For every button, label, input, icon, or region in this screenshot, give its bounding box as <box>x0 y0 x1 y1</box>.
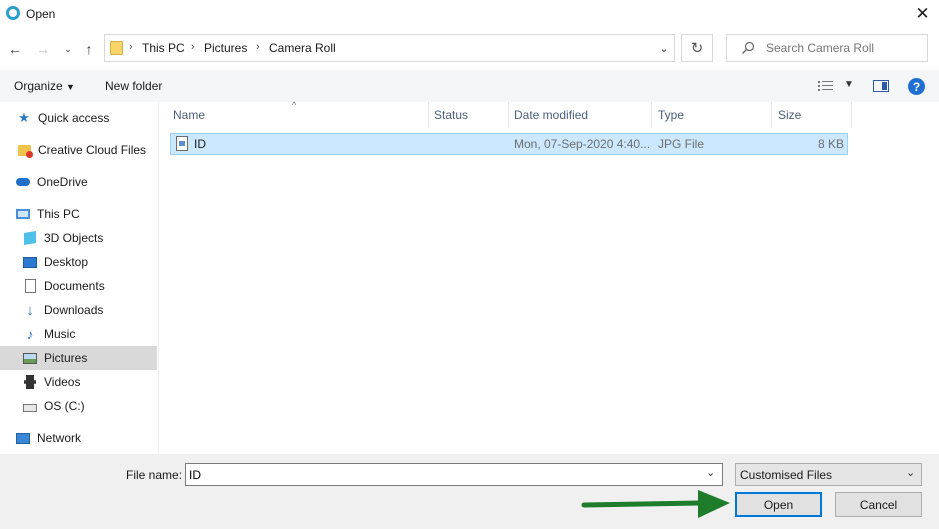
nav-item-documents[interactable]: Documents <box>0 274 157 298</box>
up-button[interactable]: ↑ <box>79 38 99 60</box>
window-title: Open <box>26 7 56 21</box>
forward-arrow-icon: → <box>36 41 50 57</box>
nav-item-onedrive[interactable]: OneDrive <box>0 170 157 194</box>
breadcrumb-pictures[interactable]: Pictures <box>204 41 247 55</box>
breadcrumb-separator: › <box>191 41 195 53</box>
jpg-file-icon <box>176 136 188 151</box>
address-bar[interactable] <box>104 34 675 62</box>
dropdown-arrow-icon: ▼ <box>66 82 75 92</box>
drive-icon <box>23 399 37 413</box>
breadcrumb-separator: › <box>129 41 133 53</box>
breadcrumb-camera-roll[interactable]: Camera Roll <box>269 41 336 55</box>
document-icon <box>23 279 37 293</box>
file-type-value: Customised Files <box>740 468 833 482</box>
folder-icon <box>110 41 123 55</box>
column-header-date-modified[interactable]: Date modified <box>514 108 588 122</box>
nav-item-network[interactable]: Network <box>0 426 157 450</box>
pane-divider[interactable] <box>158 102 159 454</box>
nav-item-quick-access[interactable]: ★ Quick access <box>0 106 157 130</box>
column-separator[interactable] <box>651 102 652 128</box>
column-header-size[interactable]: Size <box>778 108 801 122</box>
nav-item-3d-objects[interactable]: 3D Objects <box>0 226 157 250</box>
pictures-icon <box>23 351 37 365</box>
column-header-type[interactable]: Type <box>658 108 684 122</box>
file-date-modified: Mon, 07-Sep-2020 4:40... <box>514 137 651 151</box>
column-header-status[interactable]: Status <box>434 108 468 122</box>
cube-icon <box>23 230 37 246</box>
creative-cloud-folder-icon <box>17 143 33 158</box>
refresh-button[interactable]: ↻ <box>681 34 713 62</box>
help-icon[interactable]: ? <box>908 78 925 95</box>
column-separator[interactable] <box>851 102 852 128</box>
column-separator[interactable] <box>508 102 509 128</box>
open-button[interactable]: Open <box>735 492 822 517</box>
chevron-down-icon[interactable]: ⌄ <box>906 466 915 479</box>
chevron-down-icon[interactable]: ⌄ <box>706 466 715 479</box>
back-arrow-icon: ← <box>8 41 22 57</box>
nav-item-pictures[interactable]: Pictures <box>0 346 157 370</box>
app-icon <box>6 6 20 20</box>
music-icon: ♪ <box>26 326 34 342</box>
nav-item-this-pc[interactable]: This PC <box>0 202 157 226</box>
file-name-label: File name: <box>126 468 183 482</box>
file-size: 8 KB <box>817 137 844 151</box>
preview-pane-icon[interactable] <box>873 80 889 92</box>
computer-icon <box>16 207 30 221</box>
breadcrumb-separator: › <box>256 41 260 53</box>
title-bar <box>0 0 939 30</box>
chevron-down-icon: ⌄ <box>64 43 72 54</box>
video-icon <box>23 375 37 389</box>
sort-ascending-icon: ^ <box>292 100 297 110</box>
up-arrow-icon: ↑ <box>85 41 93 57</box>
column-separator[interactable] <box>771 102 772 128</box>
green-arrow-annotation <box>581 490 730 518</box>
search-input[interactable] <box>766 41 921 55</box>
recent-locations-button[interactable]: ⌄ <box>58 38 78 60</box>
nav-item-videos[interactable]: Videos <box>0 370 157 394</box>
forward-button[interactable]: → <box>33 38 53 60</box>
file-type: JPG File <box>658 137 705 151</box>
close-icon: ✕ <box>915 4 930 23</box>
view-dropdown-icon[interactable]: ▼ <box>844 79 854 90</box>
nav-item-downloads[interactable]: ↓ Downloads <box>0 298 157 322</box>
file-name: ID <box>194 137 206 151</box>
organize-menu[interactable]: Organize ▼ <box>14 79 75 93</box>
nav-item-desktop[interactable]: Desktop <box>0 250 157 274</box>
nav-item-os-c[interactable]: OS (C:) <box>0 394 157 418</box>
download-icon: ↓ <box>26 301 34 319</box>
view-options-icon[interactable] <box>818 80 834 92</box>
cloud-icon <box>16 175 30 189</box>
breadcrumb-this-pc[interactable]: This PC <box>142 41 185 55</box>
column-header-name[interactable]: Name <box>173 108 205 122</box>
cancel-button[interactable]: Cancel <box>835 492 922 517</box>
back-button[interactable]: ← <box>5 38 25 60</box>
close-button[interactable]: ✕ <box>906 0 939 28</box>
file-name-input[interactable] <box>189 468 689 482</box>
table-row[interactable] <box>170 133 848 155</box>
chevron-down-icon: ⌄ <box>659 42 669 55</box>
address-dropdown-button[interactable]: ⌄ <box>656 40 672 56</box>
desktop-icon <box>23 255 37 269</box>
column-separator[interactable] <box>428 102 429 128</box>
network-icon <box>16 431 30 445</box>
new-folder-button[interactable]: New folder <box>105 79 162 93</box>
nav-item-music[interactable]: ♪ Music <box>0 322 157 346</box>
star-icon: ★ <box>18 110 30 125</box>
refresh-icon: ↻ <box>690 40 704 57</box>
nav-item-creative-cloud-files[interactable]: Creative Cloud Files <box>0 138 157 162</box>
search-icon <box>742 41 755 54</box>
